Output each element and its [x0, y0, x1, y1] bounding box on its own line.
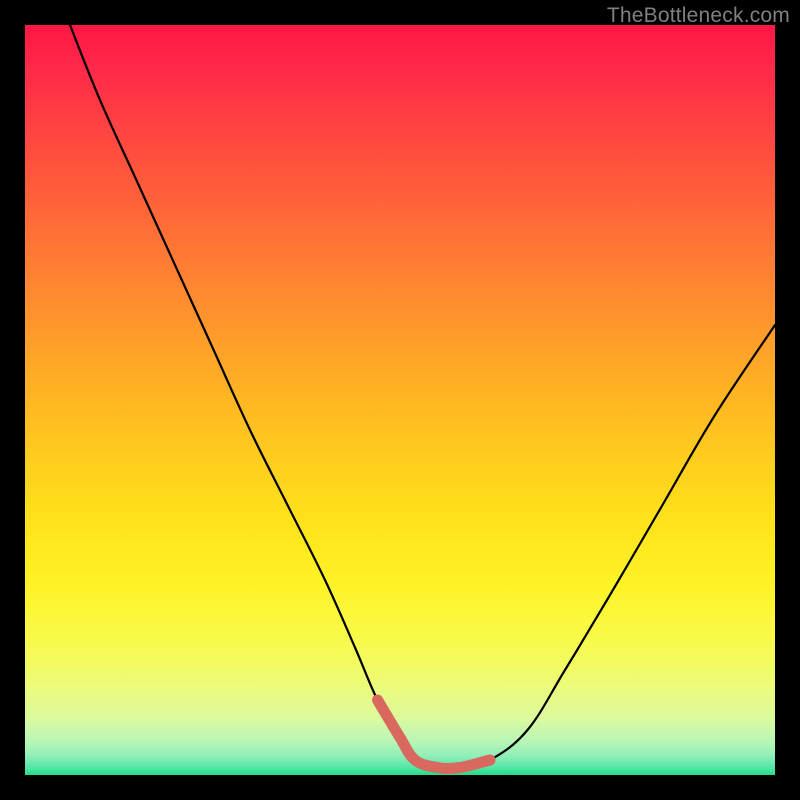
plot-area [25, 25, 775, 775]
chart-frame: TheBottleneck.com [0, 0, 800, 800]
bottleneck-curve [25, 25, 775, 775]
watermark-text: TheBottleneck.com [607, 4, 790, 28]
